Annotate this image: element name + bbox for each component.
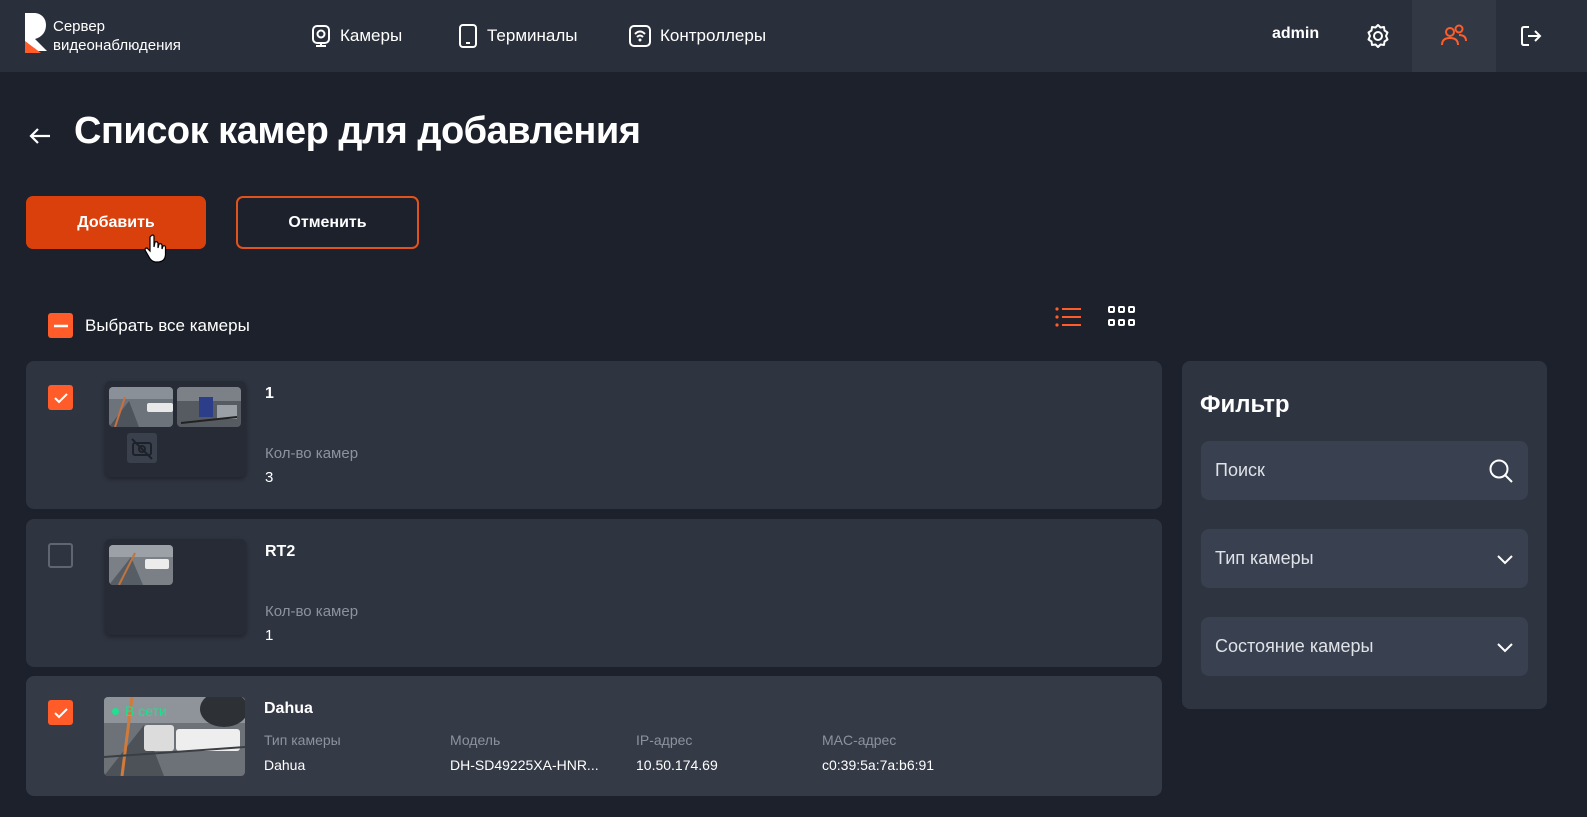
chevron-down-icon bbox=[1497, 554, 1513, 564]
list-view-button[interactable] bbox=[1054, 305, 1082, 334]
nav-terminals[interactable]: Терминалы bbox=[457, 22, 578, 50]
status-dot bbox=[112, 707, 119, 715]
field-value: DH-SD49225XA-HNR... bbox=[450, 757, 599, 773]
count-label: Кол-во камер bbox=[265, 603, 359, 620]
nav-terminals-label: Терминалы bbox=[487, 26, 578, 45]
camera-group-card[interactable]: 1 Кол-во камер 3 bbox=[26, 361, 1162, 509]
nav-controllers-label: Контроллеры bbox=[660, 26, 767, 45]
select-all-checkbox[interactable] bbox=[48, 313, 73, 338]
back-button[interactable] bbox=[28, 124, 52, 153]
gear-icon bbox=[1367, 24, 1389, 48]
header-edge bbox=[1566, 0, 1587, 72]
card-title: Dahua bbox=[264, 700, 313, 717]
tablet-icon bbox=[459, 24, 477, 48]
camera-thumbnails bbox=[105, 539, 246, 635]
search-input[interactable] bbox=[1215, 460, 1475, 481]
check-icon bbox=[53, 392, 68, 403]
card-checkbox[interactable] bbox=[48, 700, 73, 725]
camera-thumbnail bbox=[109, 387, 173, 427]
add-button[interactable]: Добавить bbox=[26, 196, 206, 249]
users-button[interactable] bbox=[1412, 0, 1496, 72]
logo-text: Сервер видеонаблюдения bbox=[53, 17, 181, 55]
logo-icon bbox=[25, 13, 47, 53]
field-value: c0:39:5a:7a:b6:91 bbox=[822, 757, 935, 773]
field-label: IP-адрес bbox=[636, 732, 693, 748]
minus-icon bbox=[53, 324, 68, 327]
count-value: 3 bbox=[265, 469, 274, 486]
status-badge: В сети bbox=[112, 703, 167, 719]
filter-panel: Фильтр Тип камеры Состояние камеры bbox=[1182, 361, 1547, 709]
count-label: Кол-во камер bbox=[265, 445, 359, 462]
search-icon bbox=[1489, 459, 1513, 483]
card-title: RT2 bbox=[265, 543, 296, 560]
hand-cursor-icon bbox=[144, 234, 167, 263]
check-icon bbox=[53, 707, 68, 718]
controller-icon bbox=[629, 25, 651, 47]
page-title: Список камер для добавления bbox=[74, 110, 641, 152]
cancel-button[interactable]: Отменить bbox=[236, 196, 419, 249]
field-label: Модель bbox=[450, 732, 501, 748]
filter-title: Фильтр bbox=[1200, 391, 1290, 418]
camera-thumbnails bbox=[105, 381, 246, 477]
camera-group-card[interactable]: RT2 Кол-во камер 1 bbox=[26, 519, 1162, 667]
nav-cameras[interactable]: Камеры bbox=[310, 22, 402, 50]
logo[interactable]: Сервер видеонаблюдения bbox=[25, 13, 181, 55]
list-icon bbox=[1055, 307, 1081, 327]
card-title: 1 bbox=[265, 385, 274, 402]
select-all-label: Выбрать все камеры bbox=[85, 315, 250, 335]
select-all[interactable]: Выбрать все камеры bbox=[48, 313, 250, 338]
count-value: 1 bbox=[265, 627, 274, 644]
camera-card[interactable]: В сети Dahua Тип камеры Dahua Модель DH-… bbox=[26, 676, 1162, 796]
camera-preview: В сети bbox=[104, 697, 245, 776]
top-header: Сервер видеонаблюдения Камеры Терминалы … bbox=[0, 0, 1587, 72]
card-checkbox[interactable] bbox=[48, 385, 73, 410]
chevron-down-icon bbox=[1497, 642, 1513, 652]
user-name[interactable]: admin bbox=[1272, 25, 1319, 43]
camera-state-label: Состояние камеры bbox=[1215, 636, 1374, 656]
logo-text-line2: видеонаблюдения bbox=[53, 37, 181, 54]
field-label: MAC-адрес bbox=[822, 732, 897, 748]
logo-text-line1: Сервер bbox=[53, 18, 106, 35]
nav-controllers[interactable]: Контроллеры bbox=[628, 22, 766, 50]
grid-icon bbox=[1108, 306, 1135, 326]
camera-state-dropdown[interactable]: Состояние камеры bbox=[1201, 617, 1528, 676]
webcam-icon bbox=[312, 25, 330, 47]
users-icon bbox=[1441, 24, 1467, 46]
grid-view-button[interactable] bbox=[1107, 305, 1137, 334]
field-value: Dahua bbox=[264, 757, 306, 773]
logout-button[interactable] bbox=[1496, 0, 1566, 72]
settings-button[interactable] bbox=[1340, 0, 1416, 72]
camera-type-dropdown[interactable]: Тип камеры bbox=[1201, 529, 1528, 588]
card-checkbox[interactable] bbox=[48, 543, 73, 568]
nav-cameras-label: Камеры bbox=[340, 26, 403, 45]
field-value: 10.50.174.69 bbox=[636, 757, 718, 773]
search-field[interactable] bbox=[1201, 441, 1528, 500]
camera-type-label: Тип камеры bbox=[1215, 548, 1314, 568]
field-label: Тип камеры bbox=[264, 732, 341, 748]
status-text: В сети bbox=[125, 703, 167, 719]
no-camera-icon bbox=[127, 433, 157, 468]
camera-thumbnail bbox=[177, 387, 241, 427]
camera-thumbnail bbox=[109, 545, 173, 585]
logout-icon bbox=[1521, 26, 1542, 46]
arrow-left-icon bbox=[29, 128, 50, 144]
